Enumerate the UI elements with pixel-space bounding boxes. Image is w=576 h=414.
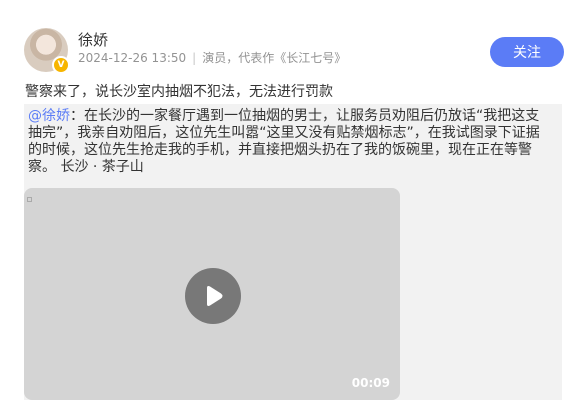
user-name[interactable]: 徐娇 bbox=[78, 29, 108, 50]
meta-divider: | bbox=[192, 51, 197, 65]
post-timestamp[interactable]: 2024-12-26 13:50 bbox=[78, 51, 186, 65]
video-corner-marker bbox=[27, 197, 32, 202]
repost-card[interactable]: @徐娇：在长沙的一家餐厅遇到一位抽烟的男士，让服务员劝阻后仍放话“我把这支抽完”… bbox=[24, 104, 562, 400]
verified-badge-icon: V bbox=[52, 56, 70, 74]
user-description: 演员，代表作《长江七号》 bbox=[202, 51, 347, 65]
follow-button[interactable]: 关注 bbox=[490, 37, 564, 67]
play-icon[interactable] bbox=[185, 268, 241, 324]
video-duration: 00:09 bbox=[351, 376, 390, 390]
post-text: 警察来了，说长沙室内抽烟不犯法，无法进行罚款 bbox=[25, 84, 333, 100]
repost-text-block: @徐娇：在长沙的一家餐厅遇到一位抽烟的男士，让服务员劝阻后仍放话“我把这支抽完”… bbox=[28, 108, 552, 176]
avatar-container[interactable]: V bbox=[24, 28, 70, 74]
play-glyph-icon bbox=[207, 286, 223, 306]
repost-mention-link[interactable]: @徐娇 bbox=[28, 108, 70, 124]
post-meta: 2024-12-26 13:50 | 演员，代表作《长江七号》 bbox=[78, 49, 346, 66]
location-tag[interactable]: 长沙 · 茶子山 bbox=[60, 159, 143, 175]
video-player[interactable]: 00:09 bbox=[24, 188, 400, 400]
